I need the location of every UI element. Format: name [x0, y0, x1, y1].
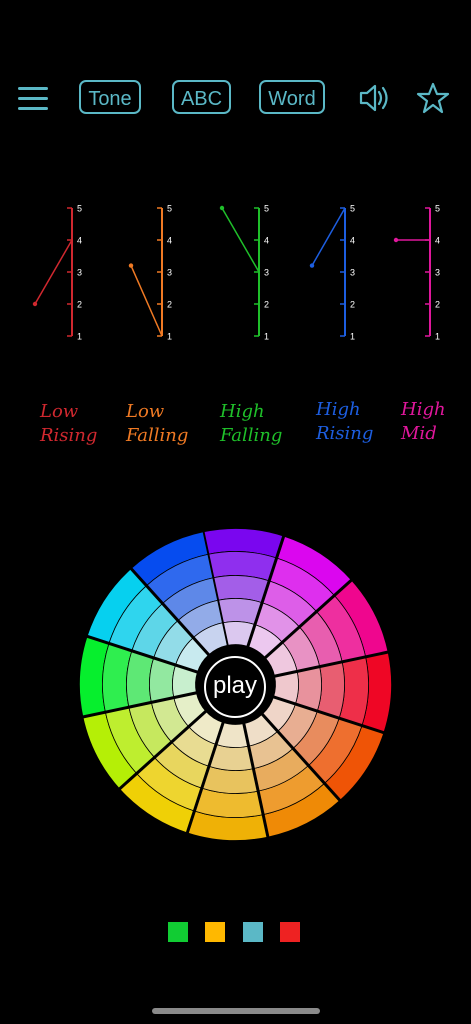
- tone-tick-label: 5: [350, 204, 355, 214]
- speaker-icon[interactable]: [357, 80, 393, 116]
- tone-tick-label: 3: [350, 268, 355, 278]
- menu-icon[interactable]: [16, 84, 50, 112]
- tone-contour-chart: 5 4 3 2 1 5 4 3 2 1 5 4 3 2 1 5 4 3 2 1 5 4 3 2 1: [32, 204, 440, 342]
- tone-label-high-rising[interactable]: High Rising: [316, 398, 373, 446]
- tone-contour-line: [34, 239, 73, 305]
- tone-diagram-4: 5 4 3 2 1: [393, 204, 440, 342]
- tone-tick-label: 3: [77, 268, 82, 278]
- tone-label-low-rising[interactable]: Low Rising: [40, 400, 97, 448]
- tone-label-high-mid[interactable]: High Mid: [401, 398, 446, 446]
- swatch-teal[interactable]: [243, 922, 263, 942]
- tone-button[interactable]: Tone: [79, 80, 141, 114]
- star-icon[interactable]: [415, 80, 451, 116]
- tone-tick-label: 5: [77, 204, 82, 214]
- tone-tick-label: 3: [264, 268, 269, 278]
- tone-contour-line: [130, 265, 163, 337]
- tone-diagram-2: 5 4 3 2 1: [219, 204, 269, 342]
- tone-tick-label: 2: [167, 300, 172, 310]
- tone-tick-label: 5: [264, 204, 269, 214]
- tone-tick-label: 1: [167, 332, 172, 342]
- tone-label-low-falling[interactable]: Low Falling: [126, 400, 188, 448]
- tone-tick-label: 4: [435, 236, 440, 246]
- tone-tick-label: 1: [264, 332, 269, 342]
- tone-tick-label: 2: [350, 300, 355, 310]
- tone-contour-line: [311, 207, 346, 266]
- tone-tick-label: 2: [435, 300, 440, 310]
- abc-button[interactable]: ABC: [172, 80, 231, 114]
- tone-tick-label: 2: [77, 300, 82, 310]
- home-indicator: [152, 1008, 320, 1014]
- tone-tick-label: 1: [77, 332, 82, 342]
- tone-contour-dot: [128, 263, 134, 268]
- tone-tick-label: 4: [350, 236, 355, 246]
- tone-label-high-falling[interactable]: High Falling: [220, 400, 282, 448]
- tone-tick-label: 5: [435, 204, 440, 214]
- tone-diagrams: 5 4 3 2 1 5 4 3 2 1 5 4 3 2 1 5 4 3 2 1 5 4 3 2 1: [0, 196, 471, 346]
- swatch-green[interactable]: [168, 922, 188, 942]
- swatch-yellow[interactable]: [205, 922, 225, 942]
- tone-tick-label: 3: [435, 268, 440, 278]
- tone-tick-label: 5: [167, 204, 172, 214]
- word-button[interactable]: Word: [259, 80, 325, 114]
- tone-tick-label: 1: [435, 332, 440, 342]
- tone-tick-label: 2: [264, 300, 269, 310]
- tone-contour-dot: [393, 237, 399, 243]
- tone-contour-dot: [309, 263, 315, 268]
- play-button[interactable]: play: [204, 656, 266, 718]
- tone-tick-label: 4: [264, 236, 269, 246]
- swatch-red[interactable]: [280, 922, 300, 942]
- tone-tick-label: 3: [167, 268, 172, 278]
- tone-diagram-1: 5 4 3 2 1: [128, 204, 172, 342]
- tone-contour-line: [221, 207, 260, 273]
- tone-contour-dot: [219, 205, 225, 211]
- tone-diagram-3: 5 4 3 2 1: [309, 204, 355, 342]
- tone-tick-label: 4: [77, 236, 82, 246]
- tone-tick-label: 1: [350, 332, 355, 342]
- tone-contour-dot: [32, 301, 38, 307]
- tone-tick-label: 4: [167, 236, 172, 246]
- top-toolbar: Tone ABC Word: [0, 78, 471, 120]
- tone-diagram-0: 5 4 3 2 1: [32, 204, 82, 342]
